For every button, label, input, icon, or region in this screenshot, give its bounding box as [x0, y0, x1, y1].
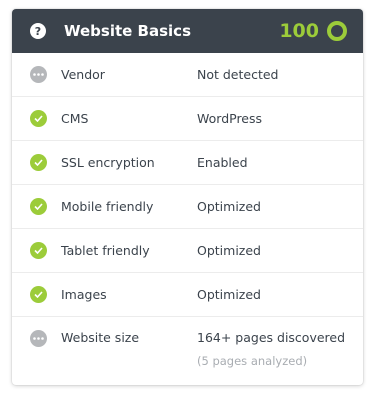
row-value: Optimized — [197, 243, 261, 258]
check-circle-icon — [30, 198, 47, 215]
check-circle-icon — [30, 154, 47, 171]
check-circle-icon — [30, 110, 47, 127]
score-ring-icon — [327, 21, 347, 41]
help-icon[interactable]: ? — [30, 23, 46, 39]
row-label: Mobile friendly — [61, 199, 154, 214]
row-website-size: Website size 164+ pages discovered (5 pa… — [12, 317, 363, 385]
row-value: Enabled — [197, 155, 248, 170]
row-cms: CMS WordPress — [12, 97, 363, 141]
row-subvalue: (5 pages analyzed) — [197, 354, 308, 368]
score-value: 100 — [279, 20, 319, 42]
row-label: Website size — [61, 330, 140, 345]
row-value: Optimized — [197, 287, 261, 302]
row-label: Images — [61, 287, 107, 302]
website-basics-card: ? Website Basics 100 Vendor Not detected… — [12, 9, 363, 385]
card-title: Website Basics — [64, 22, 192, 40]
row-mobile: Mobile friendly Optimized — [12, 185, 363, 229]
row-label: Vendor — [61, 67, 105, 82]
row-value: 164+ pages discovered — [197, 330, 346, 345]
card-header: ? Website Basics 100 — [12, 9, 363, 53]
row-label: Tablet friendly — [61, 243, 150, 258]
row-value: Optimized — [197, 199, 261, 214]
row-tablet: Tablet friendly Optimized — [12, 229, 363, 273]
more-dots-icon — [30, 330, 47, 347]
row-ssl: SSL encryption Enabled — [12, 141, 363, 185]
row-vendor: Vendor Not detected — [12, 53, 363, 97]
row-images: Images Optimized — [12, 273, 363, 317]
row-value-group: 164+ pages discovered (5 pages analyzed) — [197, 330, 345, 368]
more-dots-icon — [30, 66, 47, 83]
check-circle-icon — [30, 286, 47, 303]
check-circle-icon — [30, 242, 47, 259]
row-value: Not detected — [197, 67, 279, 82]
row-value: WordPress — [197, 111, 263, 126]
row-label: SSL encryption — [61, 155, 155, 170]
row-label: CMS — [61, 111, 89, 126]
